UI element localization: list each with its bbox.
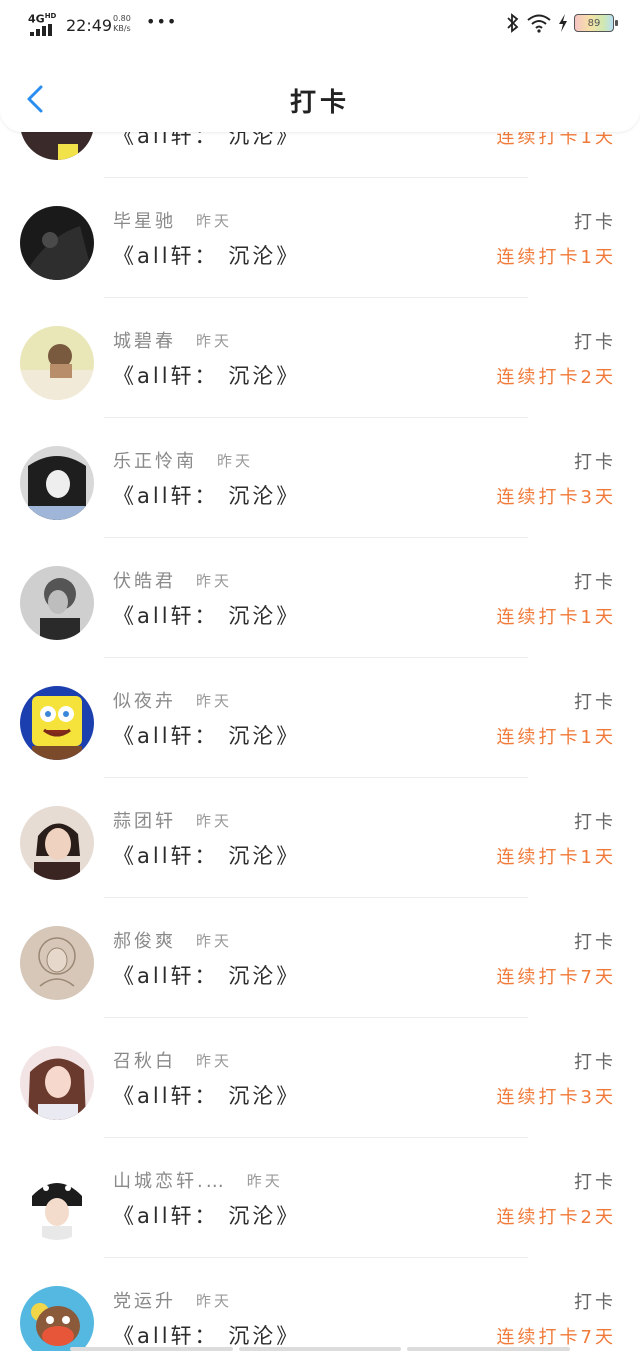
streak-label: 连续打卡7天 [496, 967, 616, 988]
avatar[interactable] [20, 566, 94, 640]
streak-label: 连续打卡1天 [496, 847, 616, 868]
list-item[interactable]: 伏皓君 昨天 打卡 《all轩： 沉沦》 连续打卡1天 [0, 538, 640, 658]
user-name[interactable]: 蒜团轩 [113, 807, 176, 833]
user-name[interactable]: 乐正怜南 [113, 447, 197, 473]
checkin-label: 打卡 [574, 1052, 616, 1073]
user-name[interactable]: 城碧春 [113, 327, 176, 353]
book-title: 《all轩： 沉沦》 [113, 244, 301, 268]
more-notifications-icon: ••• [146, 12, 178, 31]
timestamp: 昨天 [196, 1051, 233, 1070]
list-item[interactable]: 城碧春 昨天 打卡 《all轩： 沉沦》 连续打卡2天 [0, 298, 640, 418]
timestamp: 昨天 [217, 451, 254, 470]
user-name[interactable]: 召秋白 [113, 1047, 176, 1073]
charging-icon [559, 14, 567, 32]
user-name[interactable]: 似夜卉 [113, 687, 176, 713]
streak-label: 连续打卡1天 [496, 607, 616, 628]
checkin-label: 打卡 [574, 692, 616, 713]
checkin-label: 打卡 [574, 1292, 616, 1313]
checkin-label: 打卡 [574, 212, 616, 233]
timestamp: 昨天 [246, 1171, 283, 1190]
checkin-label: 打卡 [574, 452, 616, 473]
streak-label: 连续打卡1天 [496, 247, 616, 268]
book-title: 《all轩： 沉沦》 [113, 1204, 301, 1228]
streak-label: 连续打卡7天 [496, 1327, 616, 1348]
book-title: 《all轩： 沉沦》 [113, 964, 301, 988]
avatar[interactable] [20, 446, 94, 520]
list-item[interactable]: 乐正怜南 昨天 打卡 《all轩： 沉沦》 连续打卡3天 [0, 418, 640, 538]
list-item[interactable]: 郝俊爽 昨天 打卡 《all轩： 沉沦》 连续打卡7天 [0, 898, 640, 1018]
signal-icon [30, 24, 52, 36]
timestamp: 昨天 [196, 571, 233, 590]
timestamp: 昨天 [196, 691, 233, 710]
checkin-label: 打卡 [574, 572, 616, 593]
avatar[interactable] [20, 806, 94, 880]
book-title: 《all轩： 沉沦》 [113, 484, 301, 508]
wifi-icon [527, 14, 551, 33]
scroll-segment [70, 1347, 233, 1351]
status-bar: 4GHD 22:49 0.80 KB/s ••• 89 [0, 0, 640, 48]
avatar[interactable] [20, 326, 94, 400]
user-name[interactable]: 毕星驰 [113, 207, 176, 233]
streak-label: 连续打卡2天 [496, 1207, 616, 1228]
battery-icon: 89 [574, 14, 618, 32]
checkin-list[interactable]: 《all轩： 沉沦》 连续打卡1天 毕星驰 昨天 打卡 《all轩： 沉沦》 连… [0, 0, 640, 1351]
book-title: 《all轩： 沉沦》 [113, 844, 301, 868]
scroll-segment [238, 1347, 402, 1351]
list-item[interactable]: 似夜卉 昨天 打卡 《all轩： 沉沦》 连续打卡1天 [0, 658, 640, 778]
list-item[interactable]: 党运升 昨天 打卡 《all轩： 沉沦》 连续打卡7天 [0, 1258, 640, 1351]
clock: 22:49 [66, 16, 113, 35]
streak-label: 连续打卡1天 [496, 727, 616, 748]
book-title: 《all轩： 沉沦》 [113, 604, 301, 628]
timestamp: 昨天 [196, 1291, 233, 1310]
avatar[interactable] [20, 206, 94, 280]
user-name[interactable]: 山城恋轩.… [113, 1167, 227, 1193]
user-name[interactable]: 伏皓君 [113, 567, 176, 593]
book-title: 《all轩： 沉沦》 [113, 1324, 301, 1348]
streak-label: 连续打卡3天 [496, 487, 616, 508]
avatar[interactable] [20, 926, 94, 1000]
network-speed: 0.80 KB/s [113, 14, 131, 33]
checkin-label: 打卡 [574, 1172, 616, 1193]
streak-label: 连续打卡2天 [496, 367, 616, 388]
scroll-indicator [70, 1347, 571, 1351]
checkin-label: 打卡 [574, 332, 616, 353]
avatar[interactable] [20, 1046, 94, 1120]
timestamp: 昨天 [196, 931, 233, 950]
page-title: 打卡 [289, 88, 350, 118]
timestamp: 昨天 [196, 211, 233, 230]
streak-label: 连续打卡3天 [496, 1087, 616, 1108]
app-header: 4GHD 22:49 0.80 KB/s ••• 89 打卡 [0, 0, 640, 132]
book-title: 《all轩： 沉沦》 [113, 364, 301, 388]
avatar[interactable] [20, 1166, 94, 1240]
book-title: 《all轩： 沉沦》 [113, 724, 301, 748]
avatar[interactable] [20, 686, 94, 760]
list-item[interactable]: 山城恋轩.… 昨天 打卡 《all轩： 沉沦》 连续打卡2天 [0, 1138, 640, 1258]
timestamp: 昨天 [196, 331, 233, 350]
checkin-label: 打卡 [574, 932, 616, 953]
list-item[interactable]: 蒜团轩 昨天 打卡 《all轩： 沉沦》 连续打卡1天 [0, 778, 640, 898]
scroll-segment [407, 1347, 571, 1351]
book-title: 《all轩： 沉沦》 [113, 1084, 301, 1108]
user-name[interactable]: 郝俊爽 [113, 927, 176, 953]
user-name[interactable]: 党运升 [113, 1287, 176, 1313]
avatar[interactable] [20, 1286, 94, 1351]
list-item[interactable]: 召秋白 昨天 打卡 《all轩： 沉沦》 连续打卡3天 [0, 1018, 640, 1138]
list-item[interactable]: 毕星驰 昨天 打卡 《all轩： 沉沦》 连续打卡1天 [0, 178, 640, 298]
checkin-label: 打卡 [574, 812, 616, 833]
timestamp: 昨天 [196, 811, 233, 830]
bluetooth-icon [507, 13, 519, 33]
